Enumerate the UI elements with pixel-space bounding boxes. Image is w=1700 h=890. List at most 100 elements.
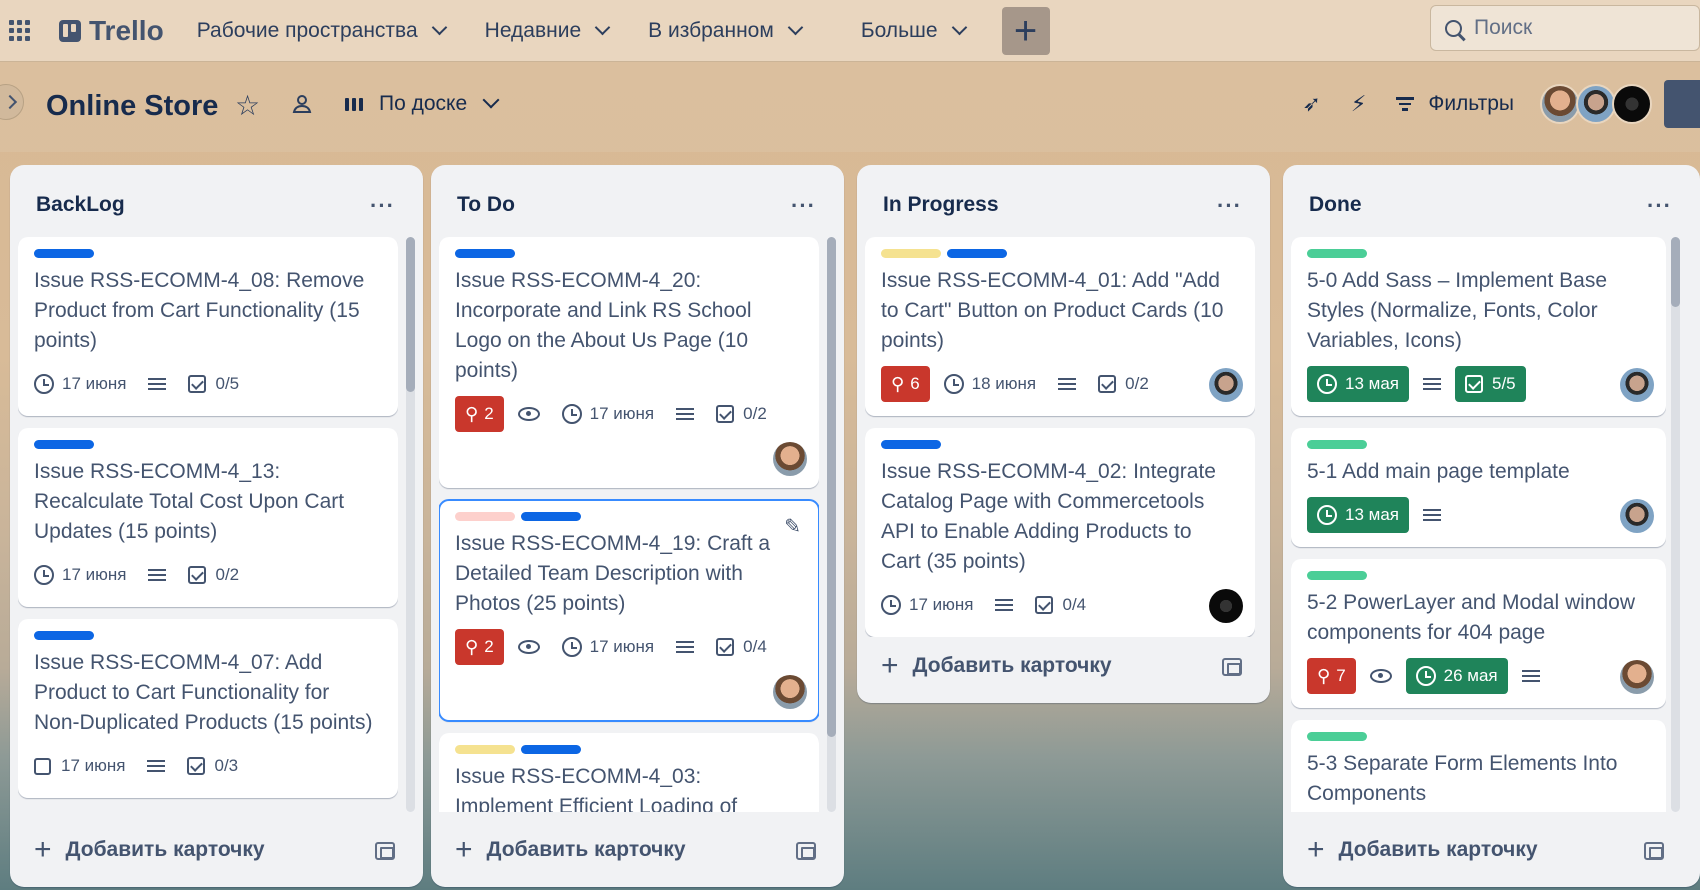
add-card-button[interactable]: + Добавить карточку — [881, 651, 1112, 681]
due-date-badge[interactable]: 17 июня — [34, 756, 125, 776]
card[interactable]: Issue RSS-ECOMM-4_20: Incorporate and Li… — [439, 237, 819, 488]
board-title[interactable]: Online Store — [46, 90, 218, 123]
avatar[interactable] — [1209, 589, 1243, 623]
list-scrollbar[interactable] — [1671, 237, 1680, 812]
due-date-badge[interactable]: 13 мая — [1307, 366, 1409, 402]
clock-icon — [943, 374, 964, 394]
label-blue[interactable] — [521, 745, 581, 754]
list-menu-button[interactable]: ··· — [791, 193, 816, 219]
create-button[interactable]: + — [1001, 6, 1050, 55]
list-menu-button[interactable]: ··· — [1217, 193, 1242, 219]
card[interactable]: 5-2 PowerLayer and Modal window componen… — [1291, 559, 1666, 708]
workspace-visible-icon[interactable] — [290, 92, 314, 116]
add-card-button[interactable]: + Добавить карточку — [34, 835, 265, 865]
automation-icon[interactable]: ⚡ — [1351, 91, 1366, 117]
edit-pencil-icon[interactable]: ✎ — [784, 514, 801, 539]
due-date-badge[interactable]: 17 июня — [561, 637, 654, 657]
trello-logo[interactable]: Trello — [59, 15, 164, 47]
filters-button[interactable]: Фильтры — [1396, 92, 1514, 116]
card[interactable]: 5-0 Add Sass – Implement Base Styles (No… — [1291, 237, 1666, 416]
label-blue[interactable] — [34, 249, 94, 258]
list-menu-button[interactable]: ··· — [370, 193, 395, 219]
card[interactable]: Issue RSS-ECOMM-4_08: Remove Product fro… — [18, 237, 398, 416]
card[interactable]: 5-3 Separate Form Elements Into Componen… — [1291, 720, 1666, 812]
card[interactable]: Issue RSS-ECOMM-4_07: Add Product to Car… — [18, 619, 398, 798]
avatar[interactable] — [1620, 368, 1654, 402]
label-pink[interactable] — [455, 512, 515, 521]
due-date-badge[interactable]: 17 июня — [561, 404, 654, 424]
pin-icon: ⚲ — [1317, 665, 1331, 686]
label-green[interactable] — [1307, 249, 1367, 258]
description-badge — [995, 596, 1014, 614]
menu-workspaces[interactable]: Рабочие пространства — [197, 19, 447, 43]
card[interactable]: Issue RSS-ECOMM-4_01: Add "Add to Cart" … — [865, 237, 1255, 416]
label-blue[interactable] — [34, 440, 94, 449]
label-green[interactable] — [1307, 440, 1367, 449]
due-date-badge[interactable]: 17 июня — [34, 374, 126, 394]
clock-icon — [1317, 505, 1337, 525]
label-blue[interactable] — [947, 249, 1007, 258]
list-scrollbar[interactable] — [827, 237, 836, 812]
avatar[interactable] — [773, 442, 807, 476]
label-blue[interactable] — [455, 249, 515, 258]
clock-icon — [1415, 666, 1436, 686]
label-yellow[interactable] — [881, 249, 941, 258]
due-date-badge[interactable]: 17 июня — [881, 595, 973, 615]
watch-badge — [517, 640, 540, 654]
due-date-badge[interactable]: 13 мая — [1307, 497, 1409, 533]
card-badges: ⚲ 7 26 мая — [1307, 658, 1650, 694]
checklist-badge: 0/2 — [1098, 374, 1149, 394]
label-green[interactable] — [1307, 571, 1367, 580]
due-date-badge[interactable]: 17 июня — [34, 565, 126, 585]
card[interactable]: Issue RSS-ECOMM-4_03: Implement Efficien… — [439, 733, 819, 812]
label-blue[interactable] — [521, 512, 581, 521]
due-date-badge[interactable]: 18 июня — [943, 374, 1036, 394]
avatar[interactable] — [1540, 84, 1580, 124]
card[interactable]: Issue RSS-ECOMM-4_02: Integrate Catalog … — [865, 428, 1255, 637]
label-blue[interactable] — [881, 440, 941, 449]
card-template-icon[interactable] — [1222, 658, 1242, 676]
menu-more[interactable]: Больше — [861, 19, 967, 43]
avatar[interactable] — [1620, 499, 1654, 533]
list-title[interactable]: To Do — [457, 193, 515, 217]
scrollbar-thumb[interactable] — [1671, 237, 1680, 307]
app-switcher-icon[interactable] — [9, 19, 31, 42]
list-cards: Issue RSS-ECOMM-4_01: Add "Add to Cart" … — [865, 237, 1255, 637]
label-blue[interactable] — [34, 631, 94, 640]
star-icon[interactable]: ☆ — [235, 89, 260, 122]
list-title[interactable]: In Progress — [883, 193, 999, 217]
label-green[interactable] — [1307, 732, 1367, 741]
list-title[interactable]: BackLog — [36, 193, 125, 217]
scrollbar-thumb[interactable] — [827, 237, 836, 737]
avatar[interactable] — [1209, 368, 1243, 402]
description-icon — [148, 375, 167, 393]
avatar[interactable] — [1612, 84, 1652, 124]
card[interactable]: ✎ Issue RSS-ECOMM-4_19: Craft a Detailed… — [439, 499, 819, 722]
card[interactable]: Issue RSS-ECOMM-4_13: Recalculate Total … — [18, 428, 398, 607]
card[interactable]: 5-1 Add main page template 13 мая — [1291, 428, 1666, 547]
avatar[interactable] — [773, 675, 807, 709]
add-card-button[interactable]: + Добавить карточку — [455, 835, 686, 865]
card-template-icon[interactable] — [796, 842, 816, 860]
sidebar-expand-button[interactable] — [0, 84, 24, 120]
card-template-icon[interactable] — [1644, 842, 1664, 860]
list-scrollbar[interactable] — [406, 237, 415, 812]
share-button[interactable] — [1664, 80, 1700, 128]
checklist-count: 0/5 — [215, 374, 240, 393]
avatar[interactable] — [1620, 660, 1654, 694]
scrollbar-thumb[interactable] — [406, 237, 415, 392]
power-ups-icon[interactable]: ➶ — [1302, 91, 1320, 117]
card-template-icon[interactable] — [375, 842, 395, 860]
label-yellow[interactable] — [455, 745, 515, 754]
menu-starred[interactable]: В избранном — [648, 19, 804, 43]
search-input[interactable]: Поиск — [1430, 5, 1700, 51]
card-labels — [34, 631, 382, 640]
avatar[interactable] — [1576, 84, 1616, 124]
due-checkbox-icon[interactable] — [34, 757, 51, 775]
view-switcher[interactable]: По доске — [345, 91, 500, 116]
list-title[interactable]: Done — [1309, 193, 1362, 217]
due-date-badge[interactable]: 26 мая — [1405, 658, 1508, 694]
menu-recent[interactable]: Недавние — [485, 19, 611, 43]
add-card-button[interactable]: + Добавить карточку — [1307, 835, 1538, 865]
list-menu-button[interactable]: ··· — [1647, 193, 1672, 219]
